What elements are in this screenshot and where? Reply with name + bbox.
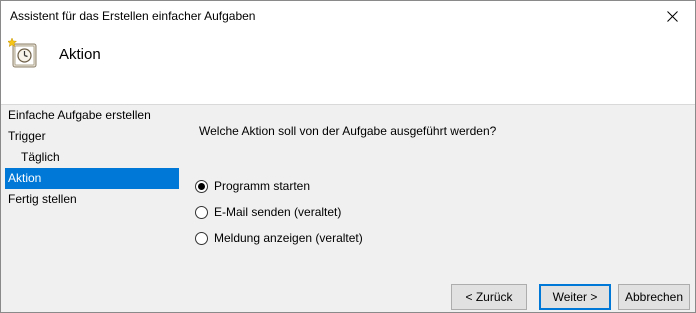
option-start-program[interactable]: Programm starten: [195, 173, 363, 199]
wizard-header: Aktion: [1, 32, 695, 104]
option-label: Meldung anzeigen (veraltet): [214, 231, 363, 245]
next-button[interactable]: Weiter >: [539, 284, 611, 310]
radio-start-program[interactable]: [195, 179, 208, 193]
window-title: Assistent für das Erstellen einfacher Au…: [10, 9, 256, 23]
step-finish[interactable]: Fertig stellen: [5, 189, 179, 210]
step-create-basic-task[interactable]: Einfache Aufgabe erstellen: [5, 105, 179, 126]
option-label: E-Mail senden (veraltet): [214, 205, 342, 219]
step-action[interactable]: Aktion: [5, 168, 179, 189]
scheduled-task-clock-icon: [8, 37, 37, 68]
title-bar: Assistent für das Erstellen einfacher Au…: [1, 1, 695, 32]
page-title: Aktion: [59, 46, 101, 63]
cancel-button[interactable]: Abbrechen: [618, 284, 690, 310]
option-label: Programm starten: [214, 179, 311, 193]
wizard-steps-nav: Einfache Aufgabe erstellen Trigger Tägli…: [5, 105, 179, 210]
option-show-message[interactable]: Meldung anzeigen (veraltet): [195, 225, 363, 251]
option-send-email[interactable]: E-Mail senden (veraltet): [195, 199, 363, 225]
close-button[interactable]: [649, 1, 695, 32]
radio-show-message[interactable]: [195, 231, 208, 245]
back-button[interactable]: < Zurück: [451, 284, 527, 310]
step-daily[interactable]: Täglich: [5, 147, 179, 168]
step-trigger[interactable]: Trigger: [5, 126, 179, 147]
radio-send-email[interactable]: [195, 205, 208, 219]
close-icon: [666, 11, 678, 22]
action-options: Programm starten E-Mail senden (veraltet…: [195, 173, 363, 251]
wizard-window: Assistent für das Erstellen einfacher Au…: [0, 0, 696, 313]
action-question: Welche Aktion soll von der Aufgabe ausge…: [199, 124, 497, 138]
